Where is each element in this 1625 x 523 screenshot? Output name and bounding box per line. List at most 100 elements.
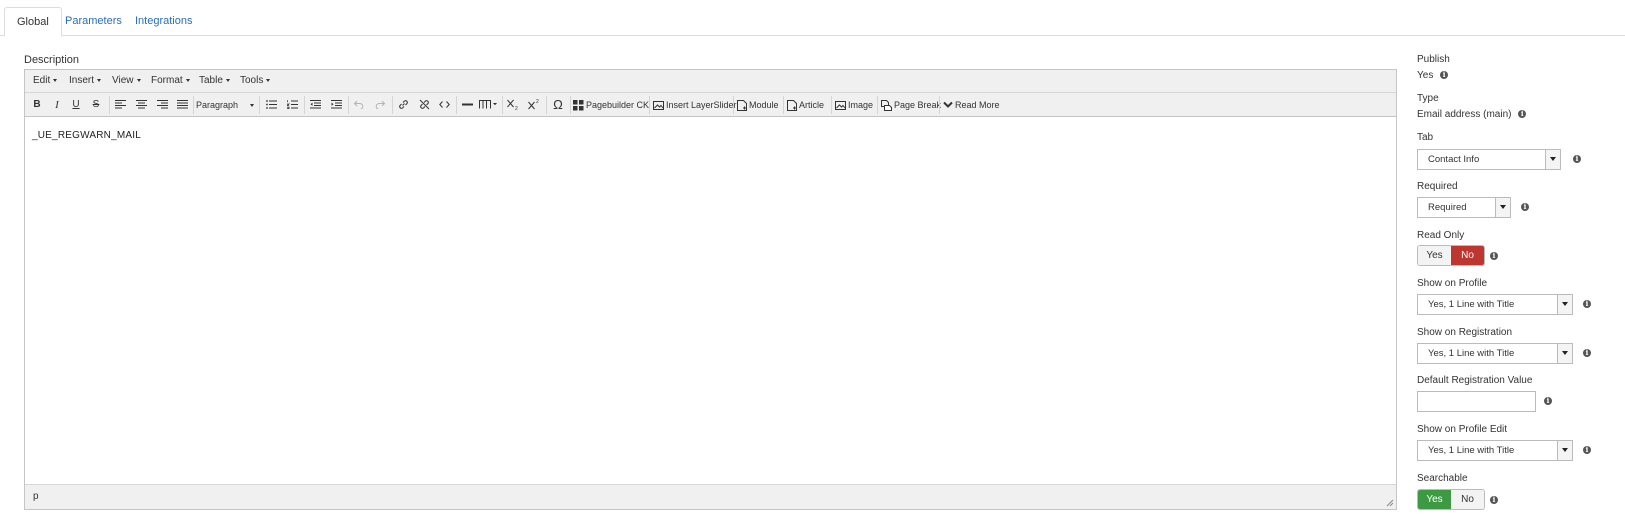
image-icon: [653, 100, 664, 110]
redo-button[interactable]: [371, 96, 389, 114]
align-justify-button[interactable]: [173, 96, 191, 114]
info-icon[interactable]: i: [1490, 252, 1498, 260]
searchable-label: Searchable: [1417, 473, 1468, 484]
format-select[interactable]: Paragraph: [196, 96, 256, 114]
caret-down-icon: [266, 78, 271, 82]
element-path[interactable]: p: [33, 491, 39, 502]
link-icon: [398, 100, 408, 109]
align-left-button[interactable]: [111, 96, 129, 114]
underline-button[interactable]: U: [67, 96, 85, 114]
bullet-list-button[interactable]: [262, 96, 280, 114]
show-on-profile-label: Show on Profile: [1417, 278, 1488, 289]
article-label: Article: [799, 100, 825, 110]
format-select-value: Paragraph: [196, 100, 239, 110]
special-character-button[interactable]: Ω: [549, 96, 567, 114]
menu-edit[interactable]: Edit: [33, 75, 58, 86]
tab-select-value: Contact Info: [1428, 154, 1480, 165]
searchable-no-button[interactable]: No: [1451, 490, 1484, 509]
page-break-icon: [881, 99, 892, 111]
image-label: Image: [848, 100, 874, 110]
italic-button[interactable]: I: [48, 96, 66, 114]
align-center-icon: [135, 99, 147, 109]
type-value: Email address (main): [1417, 109, 1512, 120]
read-only-no-button[interactable]: No: [1451, 246, 1484, 265]
read-more-label: Read More: [955, 100, 1000, 110]
module-label: Module: [749, 100, 779, 110]
type-label: Type: [1417, 93, 1439, 104]
caret-down-icon: [53, 78, 58, 82]
show-on-registration-label: Show on Registration: [1417, 327, 1513, 338]
align-right-button[interactable]: [153, 96, 171, 114]
page-break-button[interactable]: Page Break: [881, 96, 941, 114]
info-icon[interactable]: i: [1583, 300, 1591, 308]
toolbar-divider: [877, 96, 878, 114]
subscript-button[interactable]: 2: [504, 96, 522, 114]
menu-view[interactable]: View: [112, 75, 141, 86]
show-on-registration-value: Yes, 1 Line with Title: [1428, 348, 1515, 359]
type-value-row: Email address (main) i: [1417, 109, 1527, 120]
default-registration-value-input[interactable]: [1417, 391, 1536, 412]
article-button[interactable]: Article: [787, 96, 824, 114]
module-button[interactable]: Module: [737, 96, 779, 114]
info-icon[interactable]: i: [1490, 496, 1498, 504]
bullet-list-icon: [265, 99, 277, 109]
outdent-button[interactable]: [306, 96, 324, 114]
menu-tools[interactable]: Tools: [240, 75, 271, 86]
editor-text: _UE_REGWARN_MAIL: [32, 130, 141, 141]
tab-parameters[interactable]: Parameters: [53, 7, 134, 36]
info-icon[interactable]: i: [1573, 155, 1581, 163]
tab-label: Tab: [1417, 132, 1434, 143]
editor-content[interactable]: _UE_REGWARN_MAIL: [25, 118, 1396, 484]
info-icon[interactable]: i: [1521, 203, 1529, 211]
strikethrough-button[interactable]: S: [87, 96, 105, 114]
remove-link-button[interactable]: [415, 96, 433, 114]
show-on-profile-value: Yes, 1 Line with Title: [1428, 299, 1515, 310]
numbered-list-button[interactable]: [283, 96, 301, 114]
align-center-button[interactable]: [132, 96, 150, 114]
table-icon: [479, 99, 497, 109]
pagebuilder-ck-label: Pagebuilder CK: [586, 100, 650, 110]
searchable-yes-button[interactable]: Yes: [1418, 490, 1451, 509]
undo-icon: [353, 100, 364, 110]
indent-button[interactable]: [327, 96, 345, 114]
show-on-profile-select[interactable]: Yes, 1 Line with Title: [1417, 294, 1573, 315]
default-registration-value-label: Default Registration Value: [1417, 375, 1533, 386]
info-icon[interactable]: i: [1583, 349, 1591, 357]
insert-table-button[interactable]: [477, 96, 499, 114]
superscript-button[interactable]: 2: [525, 96, 543, 114]
info-icon[interactable]: i: [1518, 110, 1527, 119]
menu-table-label: Table: [199, 75, 223, 86]
menu-edit-label: Edit: [33, 75, 51, 86]
show-on-profile-edit-select[interactable]: Yes, 1 Line with Title: [1417, 440, 1573, 461]
insert-link-button[interactable]: [394, 96, 412, 114]
menu-insert-label: Insert: [69, 75, 95, 86]
required-select[interactable]: Required: [1417, 197, 1511, 218]
chevron-down-icon: [1557, 344, 1572, 363]
document-icon: [737, 99, 747, 111]
image-button[interactable]: Image: [835, 96, 873, 114]
menu-table[interactable]: Table: [199, 75, 230, 86]
info-icon[interactable]: i: [1583, 446, 1591, 454]
menu-insert[interactable]: Insert: [69, 75, 102, 86]
source-code-button[interactable]: [435, 96, 453, 114]
horizontal-rule-button[interactable]: [458, 96, 476, 114]
pagebuilder-ck-button[interactable]: Pagebuilder CK: [573, 96, 649, 114]
caret-down-icon: [136, 78, 141, 82]
align-justify-icon: [176, 99, 188, 109]
menu-format[interactable]: Format: [151, 75, 190, 86]
toolbar-divider: [193, 96, 194, 114]
insert-layerslider-button[interactable]: Insert LayerSlider: [653, 96, 737, 114]
tab-integrations[interactable]: Integrations: [123, 7, 204, 36]
show-on-registration-select[interactable]: Yes, 1 Line with Title: [1417, 343, 1573, 364]
image-icon: [835, 100, 846, 110]
undo-button[interactable]: [350, 96, 368, 114]
caret-down-icon: [97, 78, 102, 82]
redo-icon: [375, 100, 386, 110]
read-more-button[interactable]: Read More: [943, 96, 1000, 114]
info-icon[interactable]: i: [1544, 397, 1552, 405]
tab-select[interactable]: Contact Info: [1417, 149, 1561, 170]
bold-button[interactable]: B: [28, 96, 46, 114]
info-icon[interactable]: i: [1440, 71, 1449, 80]
resize-handle-icon[interactable]: [1386, 499, 1394, 507]
read-only-yes-button[interactable]: Yes: [1418, 246, 1451, 265]
